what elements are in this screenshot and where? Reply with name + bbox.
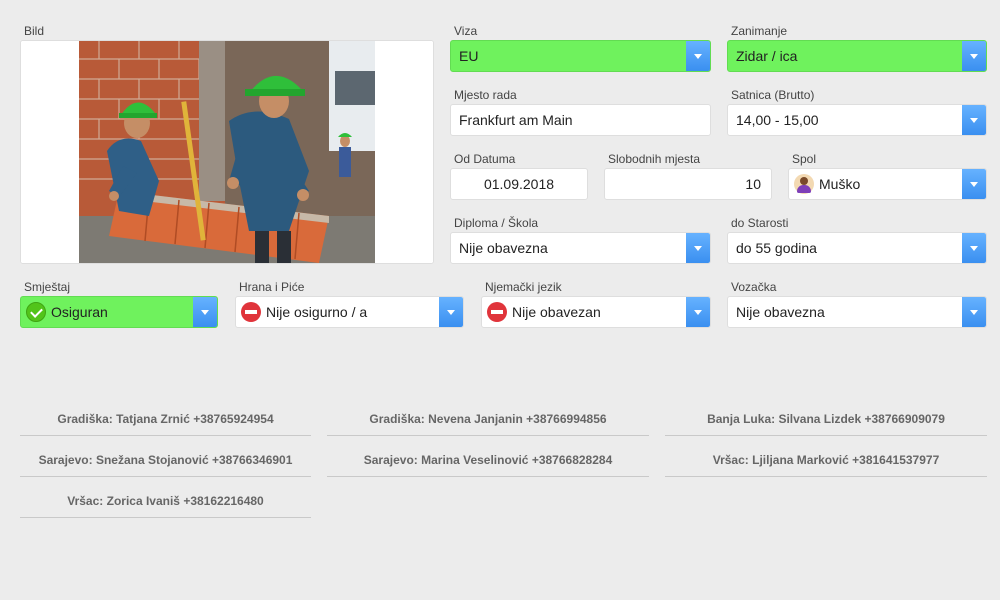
do-starosti-label: do Starosti [731, 216, 789, 230]
slobodnih-mjesta-field[interactable]: 10 [604, 168, 772, 200]
minus-circle-icon [487, 302, 507, 322]
chevron-down-icon[interactable] [962, 105, 986, 135]
spol-label: Spol [792, 152, 817, 166]
vozacka-value: Nije obavezna [736, 304, 825, 320]
vozacka-label: Vozačka [731, 280, 777, 294]
njemacki-select[interactable]: Nije obavezan [481, 296, 711, 328]
vozacka-select[interactable]: Nije obavezna [727, 296, 987, 328]
satnica-value: 14,00 - 15,00 [736, 112, 819, 128]
contact-item: Gradiška: Nevena Janjanin +38766994856 [327, 402, 649, 436]
minus-circle-icon [241, 302, 261, 322]
diploma-select[interactable]: Nije obavezna [450, 232, 711, 264]
zanimanje-label: Zanimanje [731, 24, 788, 38]
od-datuma-value: 01.09.2018 [483, 176, 555, 192]
hrana-value: Nije osigurno / a [266, 304, 368, 320]
viza-value: EU [459, 48, 479, 64]
chevron-down-icon[interactable] [962, 169, 986, 199]
od-datuma-label: Od Datuma [454, 152, 516, 166]
satnica-label: Satnica (Brutto) [731, 88, 815, 102]
diploma-label: Diploma / Škola [454, 216, 539, 230]
chevron-down-icon[interactable] [439, 297, 463, 327]
spol-value: Muško [819, 176, 861, 192]
do-starosti-select[interactable]: do 55 godina [727, 232, 987, 264]
od-datuma-field[interactable]: 01.09.2018 [450, 168, 588, 200]
chevron-down-icon[interactable] [193, 297, 217, 327]
njemacki-value: Nije obavezan [512, 304, 601, 320]
chevron-down-icon[interactable] [962, 233, 986, 263]
bricklayers-photo [21, 41, 433, 263]
contact-item: Gradiška: Tatjana Zrnić +38765924954 [20, 402, 311, 436]
viza-label: Viza [454, 24, 478, 38]
job-photo [20, 40, 434, 264]
mjesto-rada-field[interactable]: Frankfurt am Main [450, 104, 711, 136]
mjesto-rada-label: Mjesto rada [454, 88, 517, 102]
contact-item: Vršac: Zorica Ivaniš +38162216480 [20, 484, 311, 518]
smjestaj-select[interactable]: Osiguran [20, 296, 218, 328]
contact-item: Sarajevo: Snežana Stojanović +3876634690… [20, 443, 311, 477]
njemacki-label: Njemački jezik [485, 280, 562, 294]
contact-item: Sarajevo: Marina Veselinović +3876682828… [327, 443, 649, 477]
smjestaj-label: Smještaj [24, 280, 71, 294]
chevron-down-icon[interactable] [686, 41, 710, 71]
slobodnih-mjesta-label: Slobodnih mjesta [608, 152, 701, 166]
chevron-down-icon[interactable] [962, 297, 986, 327]
mjesto-rada-value: Frankfurt am Main [459, 112, 573, 128]
hrana-label: Hrana i Piće [239, 280, 305, 294]
slobodnih-mjesta-value: 10 [745, 176, 761, 192]
contact-item: Banja Luka: Silvana Lizdek +38766909079 [665, 402, 987, 436]
chevron-down-icon[interactable] [686, 233, 710, 263]
image-label: Bild [24, 24, 45, 38]
zanimanje-select[interactable]: Zidar / ica [727, 40, 987, 72]
chevron-down-icon[interactable] [686, 297, 710, 327]
diploma-value: Nije obavezna [459, 240, 548, 256]
contact-item: Vršac: Ljiljana Marković +381641537977 [665, 443, 987, 477]
do-starosti-value: do 55 godina [736, 240, 817, 256]
hrana-select[interactable]: Nije osigurno / a [235, 296, 464, 328]
chevron-down-icon[interactable] [962, 41, 986, 71]
spol-select[interactable]: Muško [788, 168, 987, 200]
viza-select[interactable]: EU [450, 40, 711, 72]
satnica-select[interactable]: 14,00 - 15,00 [727, 104, 987, 136]
male-user-icon [794, 174, 814, 194]
check-circle-icon [26, 302, 46, 322]
smjestaj-value: Osiguran [51, 304, 108, 320]
zanimanje-value: Zidar / ica [736, 48, 798, 64]
